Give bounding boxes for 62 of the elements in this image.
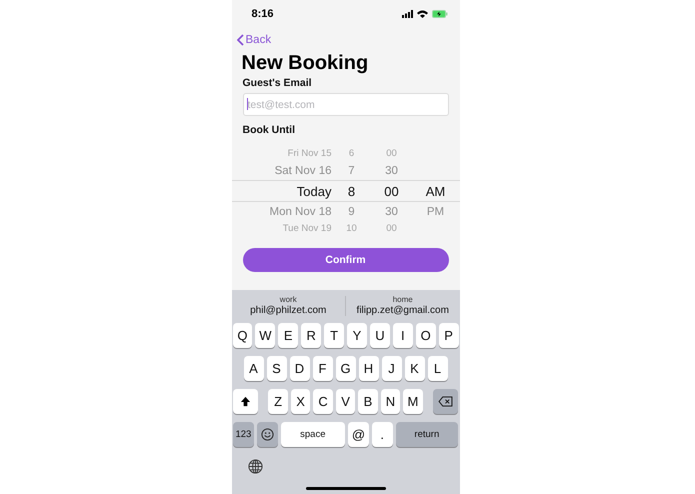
page-title: New Booking (242, 51, 370, 75)
email-suggestion[interactable]: home filipp.zet@gmail.com (346, 294, 460, 316)
keyboard-key[interactable]: Y (347, 323, 367, 348)
delete-key[interactable] (432, 389, 458, 414)
keyboard-key[interactable]: K (404, 356, 424, 381)
keyboard-key[interactable]: W (255, 323, 276, 348)
keyboard-key[interactable]: E (278, 323, 298, 348)
keyboard-key[interactable]: C (313, 389, 333, 414)
suggestion-label: work (280, 294, 297, 304)
keyboard-key[interactable]: @ (348, 422, 369, 447)
suggestion-email: phil@philzet.com (250, 304, 326, 316)
shift-key[interactable] (233, 389, 258, 414)
wifi-icon (416, 10, 428, 18)
picker-date[interactable]: Today (232, 184, 332, 198)
status-time: 8:16 (252, 8, 274, 20)
keyboard-key[interactable]: I (392, 323, 413, 348)
keyboard-key[interactable]: H (358, 356, 378, 381)
space-key[interactable]: space (280, 422, 346, 447)
keyboard-key[interactable]: S (266, 356, 286, 381)
email-suggestion[interactable]: work phil@philzet.com (232, 294, 345, 316)
emoji-key[interactable] (256, 422, 278, 447)
email-input-field[interactable]: test@test.com (242, 93, 448, 116)
keyboard-key[interactable]: O (416, 323, 436, 348)
keyboard-key[interactable]: L (428, 356, 448, 381)
back-label: Back (246, 34, 272, 46)
keyboard-key[interactable]: A (244, 356, 264, 381)
backspace-icon (438, 396, 453, 407)
keyboard-key[interactable]: F (312, 356, 332, 381)
numbers-key[interactable]: 123 (233, 422, 254, 447)
keyboard-key[interactable]: U (370, 323, 390, 348)
picker-selected-row[interactable]: Today 8 00 AM (232, 180, 460, 202)
field-label: Guest's Email (242, 76, 313, 91)
keyboard-key[interactable]: R (301, 323, 322, 348)
keyboard-key[interactable]: X (290, 389, 310, 414)
confirm-button[interactable]: Confirm (242, 248, 448, 272)
smiley-icon (260, 428, 274, 441)
chevron-left-icon (236, 34, 244, 46)
keyboard-key[interactable]: D (290, 356, 310, 381)
suggestion-label: home (392, 294, 413, 304)
charging-battery-icon (432, 10, 448, 18)
keyboard-key[interactable]: G (336, 356, 356, 381)
field-label: Book Until (242, 123, 296, 138)
keyboard-key[interactable]: B (358, 389, 378, 414)
text-cursor (246, 98, 248, 110)
back-link[interactable]: Back (236, 32, 272, 48)
keyboard-key[interactable]: N (380, 389, 400, 414)
keyboard-key[interactable]: . (372, 422, 393, 447)
keyboard-key[interactable]: J (382, 356, 402, 381)
suggestion-email: filipp.zet@gmail.com (356, 304, 449, 316)
picker-period[interactable]: AM (412, 184, 460, 198)
picker-minute[interactable]: 00 (372, 184, 412, 198)
keyboard-key[interactable]: P (438, 323, 459, 348)
keyboard-key[interactable]: M (403, 389, 423, 414)
picker-hour[interactable]: 8 (332, 184, 372, 198)
keyboard-key[interactable]: Z (268, 389, 288, 414)
signal-icon (402, 10, 412, 18)
globe-icon[interactable] (248, 459, 262, 474)
shift-arrow-icon (240, 396, 252, 407)
keyboard-key[interactable]: T (324, 323, 344, 348)
keyboard-key[interactable]: V (336, 389, 356, 414)
return-key[interactable]: return (396, 422, 458, 447)
keyboard-key[interactable]: Q (232, 323, 252, 348)
